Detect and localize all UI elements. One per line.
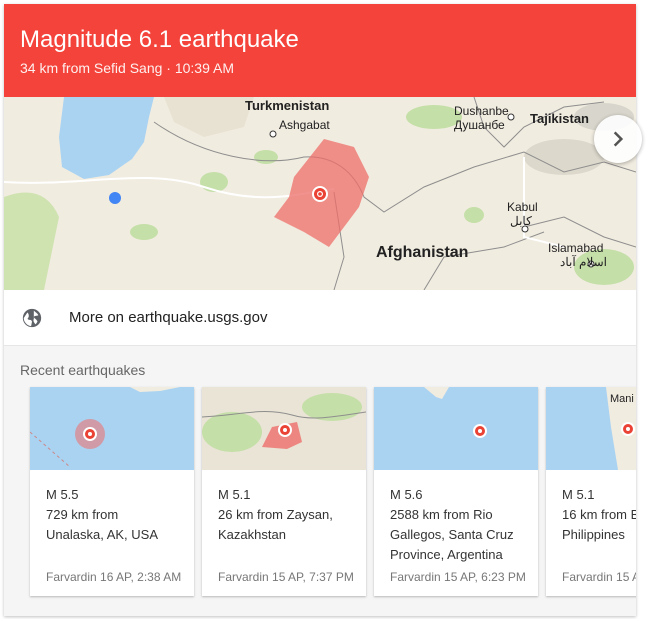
map-label-tajikistan: Tajikistan xyxy=(530,111,589,126)
usgs-link[interactable]: More on earthquake.usgs.gov xyxy=(4,290,636,346)
recent-map-label: Mani xyxy=(610,393,634,405)
recent-map-4: Mani xyxy=(546,387,636,470)
header-subtitle: 34 km from Sefid Sang · 10:39 AM xyxy=(20,60,234,76)
recent-card-4[interactable]: Mani M 5.1 16 km from B... Philippines F… xyxy=(546,387,636,596)
recent-card-2[interactable]: M 5.1 26 km from Zaysan, Kazakhstan Farv… xyxy=(202,387,366,596)
recent-card-1[interactable]: M 5.5 729 km from Unalaska, AK, USA Farv… xyxy=(30,387,194,596)
recent-date: Farvardin 15 AP, 6:23 PM xyxy=(390,570,526,584)
next-button[interactable] xyxy=(594,115,642,163)
map-label-islamabad: Islamabad xyxy=(548,241,603,255)
map-label-ashgabat: Ashgabat xyxy=(279,118,330,132)
header: Magnitude 6.1 earthquake 34 km from Sefi… xyxy=(4,4,636,97)
recent-magnitude: M 5.1 xyxy=(218,487,251,502)
map-label-dushanbe: Dushanbe xyxy=(454,104,509,118)
recent-date: Farvardin 16 AP, 2:38 AM xyxy=(46,570,182,584)
recent-location: 2588 km from Rio Gallegos, Santa Cruz Pr… xyxy=(390,507,514,562)
map-label-kabul: Kabul xyxy=(507,200,538,214)
map-label-afghanistan: Afghanistan xyxy=(376,244,468,261)
recent-title: Recent earthquakes xyxy=(20,362,146,378)
recent-magnitude: M 5.1 xyxy=(562,487,595,502)
map-label-kabul-local: کابل xyxy=(510,214,532,228)
recent-map-3 xyxy=(374,387,538,470)
usgs-link-label: More on earthquake.usgs.gov xyxy=(69,309,268,326)
recent-map-2 xyxy=(202,387,366,470)
recent-date: Farvardin 15 A xyxy=(562,570,636,584)
map-label-dushanbe-local: Душанбе xyxy=(454,118,505,132)
map-label-turkmenistan: Turkmenistan xyxy=(245,98,329,113)
recent-date: Farvardin 15 AP, 7:37 PM xyxy=(218,570,354,584)
recent-location: 16 km from B... Philippines xyxy=(562,507,636,542)
recent-earthquakes: Recent earthquakes M 5.5 729 km from Una… xyxy=(4,346,636,616)
page-title: Magnitude 6.1 earthquake xyxy=(20,26,299,53)
recent-magnitude: M 5.5 xyxy=(46,487,79,502)
recent-location: 729 km from Unalaska, AK, USA xyxy=(46,507,158,542)
recent-magnitude: M 5.6 xyxy=(390,487,423,502)
main-map[interactable]: Turkmenistan Ashgabat Dushanbe Душанбе T… xyxy=(4,97,636,290)
earthquake-card: Magnitude 6.1 earthquake 34 km from Sefi… xyxy=(4,4,636,616)
globe-icon xyxy=(22,308,42,327)
recent-card-3[interactable]: M 5.6 2588 km from Rio Gallegos, Santa C… xyxy=(374,387,538,596)
recent-list: M 5.5 729 km from Unalaska, AK, USA Farv… xyxy=(30,387,636,596)
recent-map-1 xyxy=(30,387,194,470)
recent-location: 26 km from Zaysan, Kazakhstan xyxy=(218,507,333,542)
chevron-right-icon xyxy=(613,131,624,147)
map-label-islamabad-local: اسلام آباد xyxy=(560,254,607,269)
